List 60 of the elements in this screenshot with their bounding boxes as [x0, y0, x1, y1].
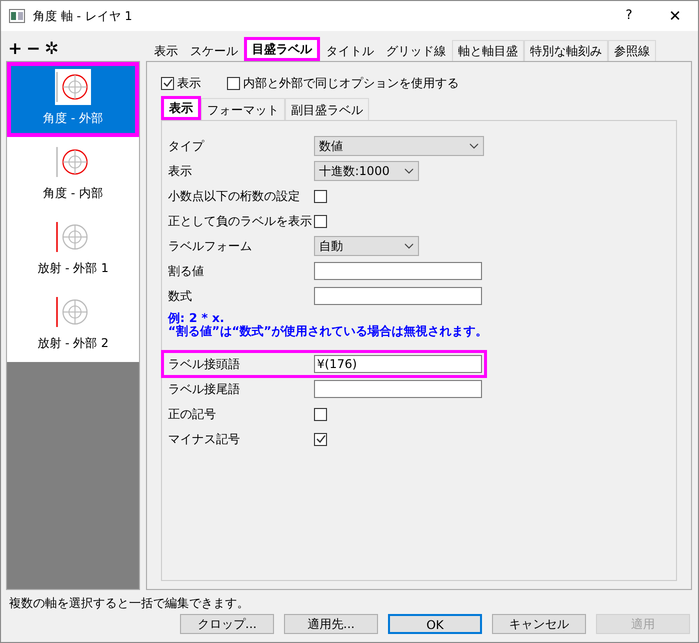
- dialog-button[interactable]: キャンセル: [492, 614, 586, 634]
- text-field[interactable]: [314, 262, 482, 280]
- hint-text: “割る値”は“数式”が使用されている場合は無視されます。: [168, 325, 489, 338]
- dialog-button[interactable]: OK: [388, 614, 482, 634]
- checkbox[interactable]: [314, 432, 327, 446]
- dropdown-value: 数値: [319, 138, 343, 155]
- text-field[interactable]: [314, 380, 482, 398]
- dropdown[interactable]: 十進数:1000: [314, 161, 419, 181]
- subtab[interactable]: 副目盛ラベル: [285, 98, 369, 120]
- subtab[interactable]: フォーマット: [201, 98, 285, 120]
- circle-axis-icon: [55, 69, 91, 105]
- subtab[interactable]: 表示: [161, 96, 201, 120]
- dropdown[interactable]: 自動: [314, 236, 419, 256]
- checkbox[interactable]: [161, 76, 174, 90]
- dropdown-value: 自動: [319, 238, 343, 255]
- field-label: 割る値: [168, 263, 205, 280]
- dialog-button[interactable]: クロップ...: [180, 614, 274, 634]
- field-label: 正として負のラベルを表示: [168, 213, 313, 230]
- window-title: 角度 軸 - レイヤ 1: [33, 8, 134, 25]
- chevron-down-icon: [469, 143, 479, 149]
- dropdown-value: 十進数:1000: [319, 163, 390, 180]
- field-label: 表示: [168, 163, 193, 180]
- tab[interactable]: グリッド線: [380, 40, 452, 61]
- checkbox[interactable]: [314, 190, 327, 202]
- field-label: ラベル接尾語: [168, 381, 241, 398]
- text-field[interactable]: ¥(176): [314, 355, 482, 373]
- axis-label: 角度 - 内部: [43, 185, 103, 202]
- toolbar-button[interactable]: −: [26, 40, 40, 58]
- checkbox[interactable]: [314, 408, 327, 420]
- window-icon: [9, 9, 25, 23]
- help-button[interactable]: ?: [606, 1, 652, 31]
- field-label: 数式: [168, 288, 193, 305]
- field-label: タイプ: [168, 138, 206, 155]
- tab[interactable]: 表示: [148, 40, 184, 61]
- axis-label: 角度 - 外部: [43, 110, 103, 127]
- text-field[interactable]: [314, 287, 482, 305]
- tab[interactable]: タイトル: [320, 40, 380, 61]
- field-label: ラベル接頭語: [168, 356, 241, 373]
- axis-label: 放射 - 外部 2: [37, 335, 109, 352]
- dialog-button[interactable]: 適用先...: [284, 614, 378, 634]
- option-label: 内部と外部で同じオプションを使用する: [243, 75, 459, 92]
- close-button[interactable]: ✕: [652, 1, 698, 31]
- toolbar-button[interactable]: +: [8, 40, 22, 58]
- tab[interactable]: 目盛ラベル: [244, 37, 320, 61]
- checkbox[interactable]: [314, 214, 327, 228]
- axis-label: 放射 - 外部 1: [37, 260, 109, 277]
- checkbox[interactable]: [227, 76, 240, 90]
- option-label: 表示: [177, 75, 201, 92]
- chevron-down-icon: [404, 168, 414, 174]
- field-label: 正の記号: [168, 406, 217, 423]
- dropdown[interactable]: 数値: [314, 136, 484, 156]
- field-label: 小数点以下の桁数の設定: [168, 188, 301, 205]
- status-text: 複数の軸を選択すると一括で編集できます。: [9, 595, 249, 612]
- tab[interactable]: スケール: [184, 40, 244, 61]
- field-label: ラベルフォーム: [168, 238, 253, 255]
- hint-text: 例: 2 * x.: [168, 312, 226, 325]
- toolbar-button[interactable]: ✲: [44, 40, 59, 58]
- field-label: マイナス記号: [168, 431, 241, 448]
- chevron-down-icon: [404, 243, 414, 249]
- axis-list-item[interactable]: 角度 - 外部: [7, 62, 139, 137]
